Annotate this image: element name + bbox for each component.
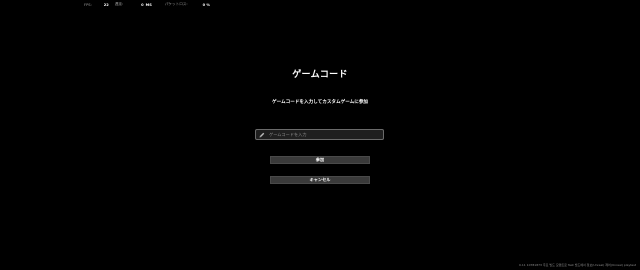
packet-loss-value: 0 % [202, 2, 210, 7]
build-info: 0.11 10781873 주요 빌드 모멘트로 Test 빌드에서 정보(Un… [519, 263, 636, 267]
game-code-input[interactable] [269, 130, 379, 139]
ping-value: 0 [141, 2, 144, 7]
join-button[interactable]: 参加 [270, 156, 370, 164]
game-code-field[interactable] [255, 129, 384, 140]
pencil-icon [259, 132, 265, 138]
dialog-instruction: ゲームコードを入力してカスタムゲームに参加 [271, 100, 369, 105]
packet-loss-label: パケットロス: [164, 2, 188, 6]
ping-label: 遅延: [114, 2, 124, 6]
dialog-title: ゲームコード [292, 70, 348, 80]
performance-hud: FPS: 22 遅延: 0 MS パケットロス: 0 % [84, 1, 210, 8]
cancel-button[interactable]: キャンセル [270, 176, 370, 184]
ping-unit: MS [145, 2, 152, 7]
fps-label: FPS: [84, 2, 92, 7]
fps-value: 22 [103, 2, 109, 7]
